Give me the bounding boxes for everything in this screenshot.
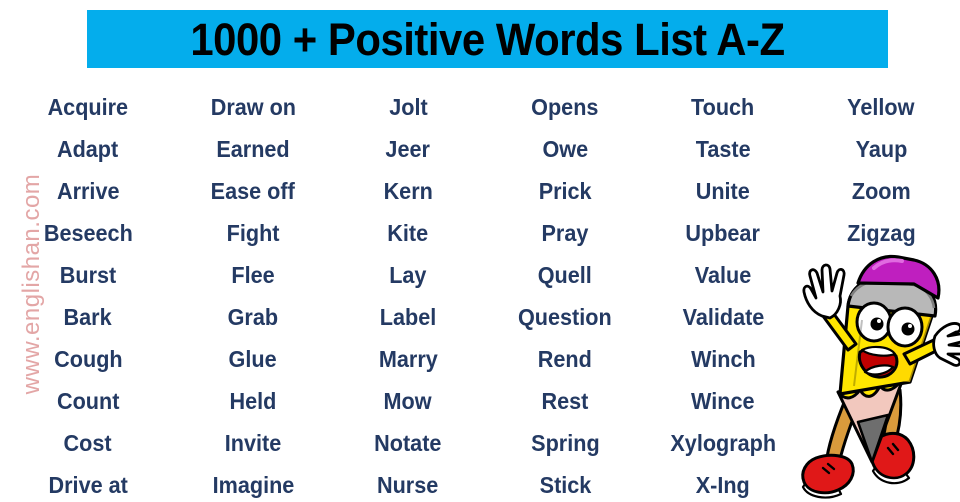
word-item: Ease off [210, 178, 296, 204]
pencil-character-illustration [792, 250, 960, 500]
word-item: Rest [541, 388, 589, 414]
word-item: Acquire [47, 94, 129, 120]
word-item: X-Ing [695, 472, 751, 498]
word-item: Drive at [48, 472, 128, 498]
word-item: Quell [537, 262, 593, 288]
word-item: Imagine [212, 472, 294, 498]
word-item: Xylograph [670, 430, 776, 456]
word-column-6: Yellow Yaup Zoom Zigzag [802, 86, 960, 254]
title-banner: 1000 + Positive Words List A-Z [87, 10, 888, 68]
word-item: Yellow [847, 94, 915, 120]
pencil-left-shoe [801, 453, 855, 499]
word-column-5: Touch Taste Unite Upbear Value Validate … [644, 86, 802, 502]
word-item: Touch [691, 94, 755, 120]
word-item: Winch [690, 346, 756, 372]
word-item: Kern [383, 178, 433, 204]
word-item: Upbear [685, 220, 761, 246]
word-column-3: Jolt Jeer Kern Kite Lay Label Marry Mow … [330, 86, 486, 502]
word-item: Cost [63, 430, 113, 456]
word-item: Nurse [377, 472, 439, 498]
word-item: Pray [541, 220, 589, 246]
word-item: Kite [387, 220, 429, 246]
word-item: Lay [389, 262, 427, 288]
word-item: Jeer [385, 136, 431, 162]
word-item: Value [694, 262, 752, 288]
word-item: Notate [374, 430, 442, 456]
word-item: Held [229, 388, 277, 414]
word-item: Owe [542, 136, 588, 162]
word-item: Bark [63, 304, 113, 330]
word-item: Stick [539, 472, 591, 498]
word-column-4: Opens Owe Prick Pray Quell Question Rend… [486, 86, 644, 502]
poster-canvas: 1000 + Positive Words List A-Z www.engli… [0, 0, 960, 502]
word-item: Unite [695, 178, 751, 204]
word-column-2: Draw on Earned Ease off Fight Flee Grab … [176, 86, 330, 502]
pencil-mouth [857, 345, 899, 379]
word-column-1: Acquire Adapt Arrive Beseech Burst Bark … [0, 86, 176, 502]
word-item: Earned [216, 136, 290, 162]
word-item: Draw on [210, 94, 296, 120]
word-item: Marry [378, 346, 438, 372]
pencil-left-hand [802, 263, 846, 320]
word-item: Prick [538, 178, 592, 204]
word-item: Opens [531, 94, 599, 120]
word-item: Rend [537, 346, 593, 372]
word-item: Mow [383, 388, 433, 414]
word-item: Validate [682, 304, 764, 330]
word-item: Flee [231, 262, 275, 288]
word-item: Adapt [57, 136, 119, 162]
word-item: Beseech [43, 220, 133, 246]
word-item: Label [379, 304, 437, 330]
word-item: Arrive [56, 178, 120, 204]
word-item: Zigzag [846, 220, 916, 246]
word-item: Grab [227, 304, 279, 330]
word-item: Spring [530, 430, 600, 456]
word-item: Glue [228, 346, 278, 372]
word-item: Wince [691, 388, 755, 414]
word-item: Burst [59, 262, 117, 288]
word-item: Question [518, 304, 612, 330]
word-item: Fight [226, 220, 280, 246]
word-item: Count [56, 388, 120, 414]
word-item: Invite [224, 430, 282, 456]
word-item: Yaup [855, 136, 907, 162]
page-title: 1000 + Positive Words List A-Z [190, 13, 785, 65]
word-item: Zoom [851, 178, 911, 204]
word-item: Jolt [388, 94, 428, 120]
word-item: Taste [695, 136, 751, 162]
word-item: Cough [53, 346, 123, 372]
pencil-right-hand [932, 322, 960, 367]
